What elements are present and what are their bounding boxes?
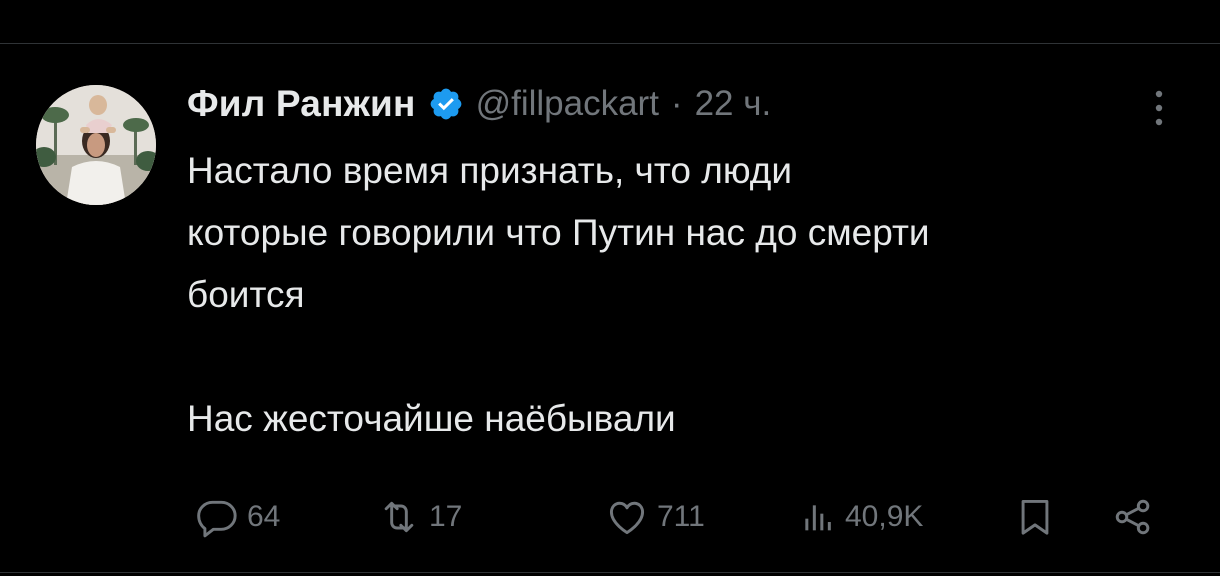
reply-button[interactable]: 64 [195, 492, 280, 542]
heart-icon [609, 501, 645, 535]
reply-icon [197, 500, 237, 538]
bottom-divider [0, 572, 1220, 573]
avatar-photo [36, 85, 156, 205]
bookmark-button[interactable] [1013, 492, 1057, 542]
like-button[interactable]: 711 [605, 492, 705, 542]
verified-badge-icon [430, 88, 461, 120]
views-icon [805, 505, 831, 531]
views-button[interactable]: 40,9K [797, 492, 923, 542]
more-vertical-icon [1155, 90, 1163, 126]
bookmark-icon [1021, 499, 1049, 535]
retweet-count: 17 [429, 500, 463, 533]
like-count: 711 [657, 500, 705, 533]
retweet-button[interactable]: 17 [377, 492, 462, 542]
share-button[interactable] [1111, 492, 1155, 542]
user-handle[interactable]: @fillpackart [476, 84, 659, 124]
tweet-actions-bar: 64 17 711 40,9K [187, 492, 1167, 542]
top-divider [0, 43, 1220, 44]
display-name[interactable]: Фил Ранжин [187, 83, 416, 125]
tweet-header: Фил Ранжин @fillpackart · 22 ч. [187, 82, 771, 126]
header-separator: · [670, 84, 683, 123]
avatar[interactable] [36, 85, 156, 205]
tweet-timestamp[interactable]: 22 ч. [695, 84, 772, 124]
reply-count: 64 [247, 500, 281, 533]
tweet-text: Настало время признать, что люди которые… [187, 150, 930, 439]
share-icon [1115, 499, 1150, 535]
retweet-icon [384, 501, 414, 533]
more-options-button[interactable] [1146, 88, 1172, 128]
views-count: 40,9K [845, 500, 924, 533]
